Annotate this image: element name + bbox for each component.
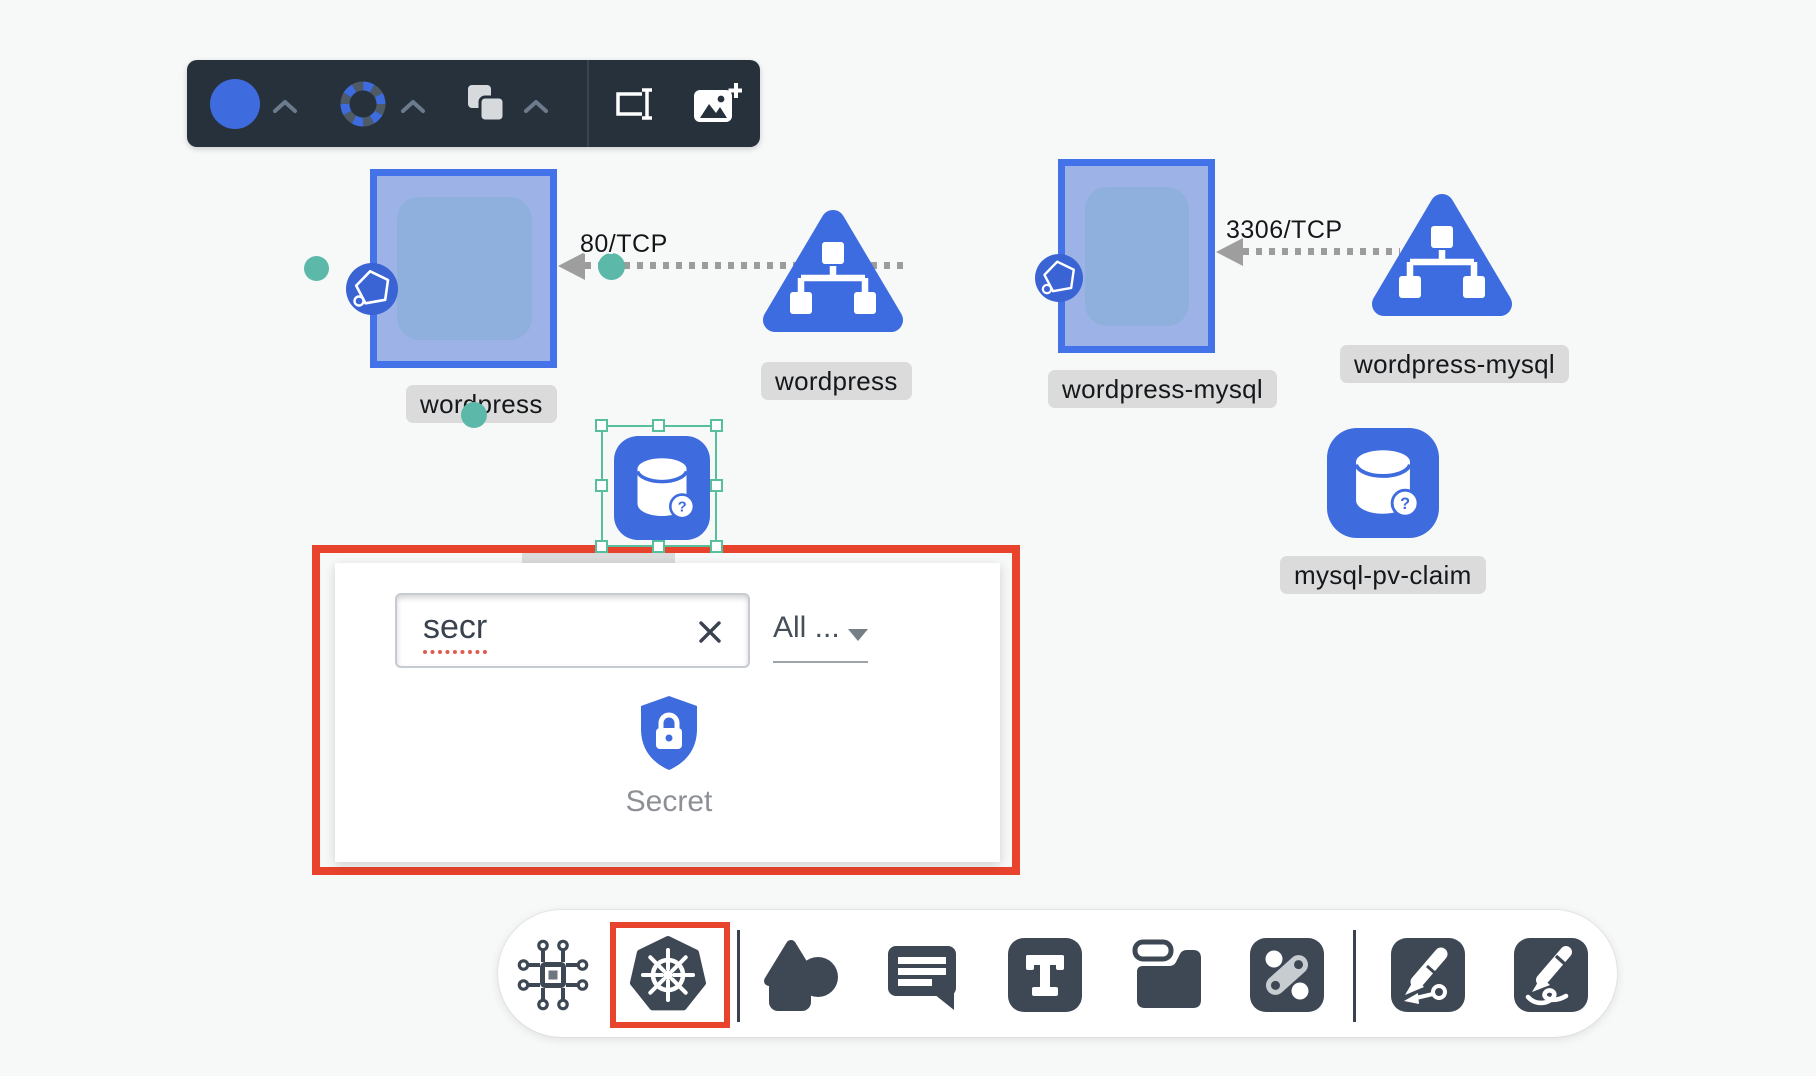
pen-arrow-glyph (1391, 938, 1465, 1012)
chevron-down-icon (848, 629, 868, 641)
secret-result-label[interactable]: Secret (569, 785, 769, 819)
freehand-pencil-tool[interactable] (1514, 938, 1588, 1012)
pvc-node-selected[interactable]: ? (614, 436, 710, 540)
selection-handle[interactable] (710, 419, 723, 432)
text-tool[interactable] (1008, 938, 1082, 1012)
kind-filter-value: All ... (773, 611, 840, 644)
toolbar-divider (737, 930, 740, 1022)
pvc-cylinder-icon: ? (620, 442, 704, 534)
question-badge: ? (678, 500, 687, 516)
edge-port-label[interactable]: 80/TCP (580, 230, 668, 259)
service-label[interactable]: wordpress-mysql (1340, 345, 1569, 383)
pod-pentagon-icon (346, 263, 398, 315)
connection-point-dot[interactable] (304, 256, 329, 281)
tool-palette (498, 910, 1617, 1037)
deployment-inner-shape (397, 197, 532, 340)
pod-badge-icon[interactable] (346, 263, 398, 315)
chevron-up-icon[interactable] (523, 98, 549, 114)
chevron-up-icon[interactable] (400, 98, 426, 114)
selection-handle[interactable] (710, 540, 723, 553)
connector-link-glyph (1250, 938, 1324, 1012)
connection-point-dot[interactable] (461, 402, 487, 428)
selection-handle[interactable] (652, 540, 665, 553)
note-frame-tool[interactable] (1129, 938, 1207, 1010)
selection-handle[interactable] (652, 419, 665, 432)
chevron-up-icon[interactable] (272, 98, 298, 114)
pod-badge-icon[interactable] (1035, 254, 1083, 302)
canvas-screen: 80/TCP wordpress wordpress 3306/TCP word… (0, 0, 1816, 1076)
copy-style-icon[interactable] (463, 80, 509, 126)
pvc-cylinder-icon: ? (1335, 433, 1431, 533)
border-style-ring-icon[interactable] (339, 80, 387, 128)
comment-tool[interactable] (884, 938, 960, 1010)
search-query-text: secr (423, 608, 487, 654)
toolbar-divider (587, 60, 589, 147)
kind-filter-dropdown[interactable]: All ... (773, 611, 868, 663)
selection-handle[interactable] (710, 479, 723, 492)
clear-search-icon[interactable] (696, 618, 724, 646)
edge-port-label[interactable]: 3306/TCP (1226, 216, 1343, 245)
freehand-pencil-glyph (1514, 938, 1588, 1012)
service-label[interactable]: wordpress (761, 362, 912, 400)
service-node-wordpress-mysql[interactable] (1372, 190, 1512, 324)
pvc-node-mysql[interactable]: ? (1327, 428, 1439, 538)
pen-arrow-tool[interactable] (1391, 938, 1465, 1012)
pvc-label[interactable]: mysql-pv-claim (1280, 556, 1486, 594)
infrastructure-icons-tool[interactable] (514, 936, 592, 1014)
kubernetes-icons-tool[interactable] (626, 933, 710, 1017)
secret-result-icon[interactable] (638, 693, 700, 773)
deployment-node-wordpress[interactable] (370, 169, 557, 368)
text-tool-glyph (1008, 938, 1082, 1012)
deployment-label[interactable]: wordpress-mysql (1048, 370, 1277, 408)
shapes-tool[interactable] (761, 937, 841, 1015)
search-input[interactable]: secr (395, 593, 750, 668)
icon-search-popup: secr All ... Secret (335, 563, 1000, 862)
selection-handle[interactable] (595, 540, 608, 553)
text-field-tool-icon[interactable] (615, 86, 661, 122)
style-toolbar (187, 60, 760, 147)
selection-handle[interactable] (595, 479, 608, 492)
add-image-tool-icon[interactable] (692, 82, 742, 126)
connector-link-tool[interactable] (1250, 938, 1324, 1012)
question-badge: ? (1400, 495, 1410, 513)
selection-handle[interactable] (595, 419, 608, 432)
deployment-inner-shape (1085, 187, 1189, 326)
fill-color-swatch[interactable] (210, 79, 260, 129)
service-node-wordpress[interactable] (763, 206, 903, 340)
toolbar-divider (1353, 930, 1356, 1022)
pod-pentagon-icon (1035, 254, 1083, 302)
